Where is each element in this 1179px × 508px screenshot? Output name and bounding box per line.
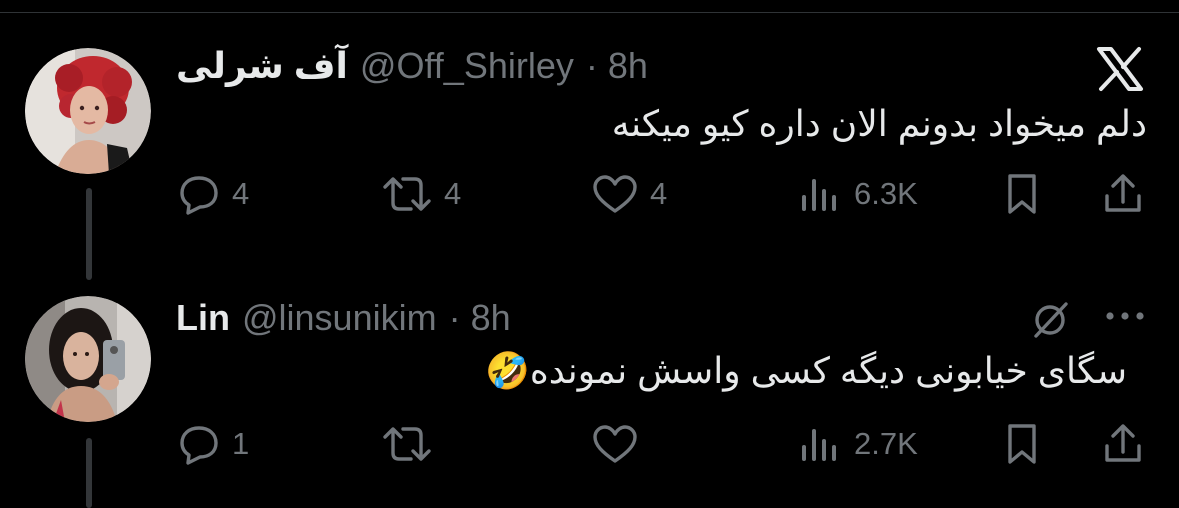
tweet-actions: 1 2.7K (176, 418, 1156, 470)
repost-count: 4 (444, 176, 462, 211)
grok-icon[interactable] (1028, 298, 1074, 347)
bookmark-icon (1008, 174, 1036, 214)
share-button[interactable] (1102, 418, 1144, 470)
like-count: 4 (650, 176, 668, 211)
reply-icon (180, 176, 218, 215)
like-button[interactable] (592, 418, 650, 470)
repost-button[interactable] (382, 418, 444, 470)
view-count: 2.7K (854, 426, 918, 461)
repost-icon (383, 427, 431, 461)
tweet-text: دلم میخواد بدونم الان داره کیو میکنه (611, 103, 1147, 144)
heart-icon (593, 175, 637, 213)
repost-button[interactable]: 4 (382, 168, 461, 220)
avatar[interactable] (25, 296, 151, 422)
timestamp[interactable]: · 8h (449, 297, 511, 339)
share-icon (1105, 424, 1141, 462)
share-button[interactable] (1102, 168, 1144, 220)
reply-button[interactable]: 1 (178, 418, 249, 470)
tweet-actions: 4 4 4 6.3K (176, 168, 1156, 220)
share-icon (1105, 174, 1141, 212)
heart-icon (593, 425, 637, 463)
reply-count: 1 (232, 426, 250, 461)
tweet-header: آف شرلی @Off_Shirley · 8h (176, 44, 648, 88)
bookmark-icon (1008, 424, 1036, 464)
like-button[interactable]: 4 (592, 168, 667, 220)
timestamp[interactable]: · 8h (586, 45, 648, 87)
more-icon[interactable] (1102, 296, 1148, 341)
reply-button[interactable]: 4 (178, 168, 249, 220)
avatar[interactable] (25, 48, 151, 174)
views-icon (802, 179, 836, 211)
reply-icon (180, 426, 218, 465)
thread-connector (86, 438, 92, 508)
x-logo-icon[interactable] (1096, 46, 1144, 97)
view-count: 6.3K (854, 176, 918, 211)
bookmark-button[interactable] (1002, 168, 1042, 220)
tweet-header: Lin @linsunikim · 8h (176, 296, 511, 340)
display-name[interactable]: Lin (176, 297, 230, 339)
repost-icon (383, 177, 431, 211)
user-handle[interactable]: @Off_Shirley (360, 45, 574, 87)
tweet-text: سگای خیابونی دیگه کسی واسش نمونده🤣 (485, 350, 1127, 391)
views-icon (802, 429, 836, 461)
top-divider (0, 12, 1179, 13)
views-button[interactable]: 2.7K (798, 418, 918, 470)
bookmark-button[interactable] (1002, 418, 1042, 470)
reply-count: 4 (232, 176, 250, 211)
display-name[interactable]: آف شرلی (176, 45, 348, 87)
views-button[interactable]: 6.3K (798, 168, 918, 220)
thread-connector (86, 188, 92, 280)
user-handle[interactable]: @linsunikim (242, 297, 437, 339)
